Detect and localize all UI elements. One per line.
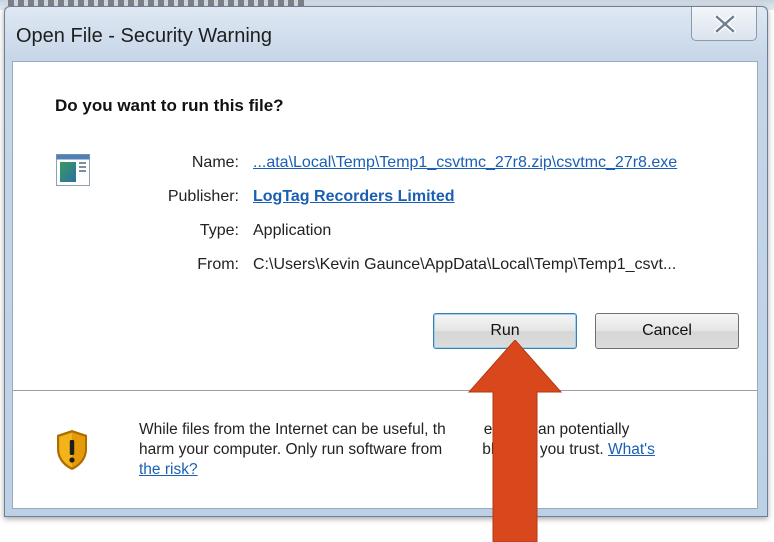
red-arrow-annotation [467,340,563,542]
whats-the-risk-link-cont[interactable]: the risk? [139,461,198,478]
cancel-button[interactable]: Cancel [595,313,739,349]
title-bar[interactable]: Open File - Security Warning [5,7,767,61]
warning-text-part: harm your computer. Only run software fr… [139,441,443,458]
from-value: C:\Users\Kevin Gaunce\AppData\Local\Temp… [253,256,677,273]
from-label: From: [197,256,239,273]
type-label: Type: [199,222,239,239]
name-label: Name: [191,154,239,171]
whats-the-risk-link[interactable]: What's [608,441,655,458]
security-warning-dialog: Open File - Security Warning Do you want… [4,6,768,517]
type-value: Application [253,222,332,239]
warning-line-1: While files from the Internet can be use… [139,420,739,440]
dialog-question: Do you want to run this file? [55,96,284,115]
security-shield-icon [57,430,87,470]
close-icon [714,15,736,33]
warning-text-part: While files from the Internet can be use… [139,421,446,438]
close-button[interactable] [691,7,757,41]
warning-line-2: harm your computer. Only run software fr… [139,440,739,460]
warning-line-3: the risk? [139,460,739,480]
dialog-body: Do you want to run this file? Name: ...a… [12,61,758,509]
warning-message: While files from the Internet can be use… [139,420,739,480]
publisher-label: Publisher: [167,188,239,205]
dialog-title: Open File - Security Warning [16,25,273,47]
warning-footer: While files from the Internet can be use… [13,391,757,508]
name-link[interactable]: ...ata\Local\Temp\Temp1_csvtmc_27r8.zip\… [253,154,677,172]
publisher-link[interactable]: LogTag Recorders Limited [253,188,455,206]
